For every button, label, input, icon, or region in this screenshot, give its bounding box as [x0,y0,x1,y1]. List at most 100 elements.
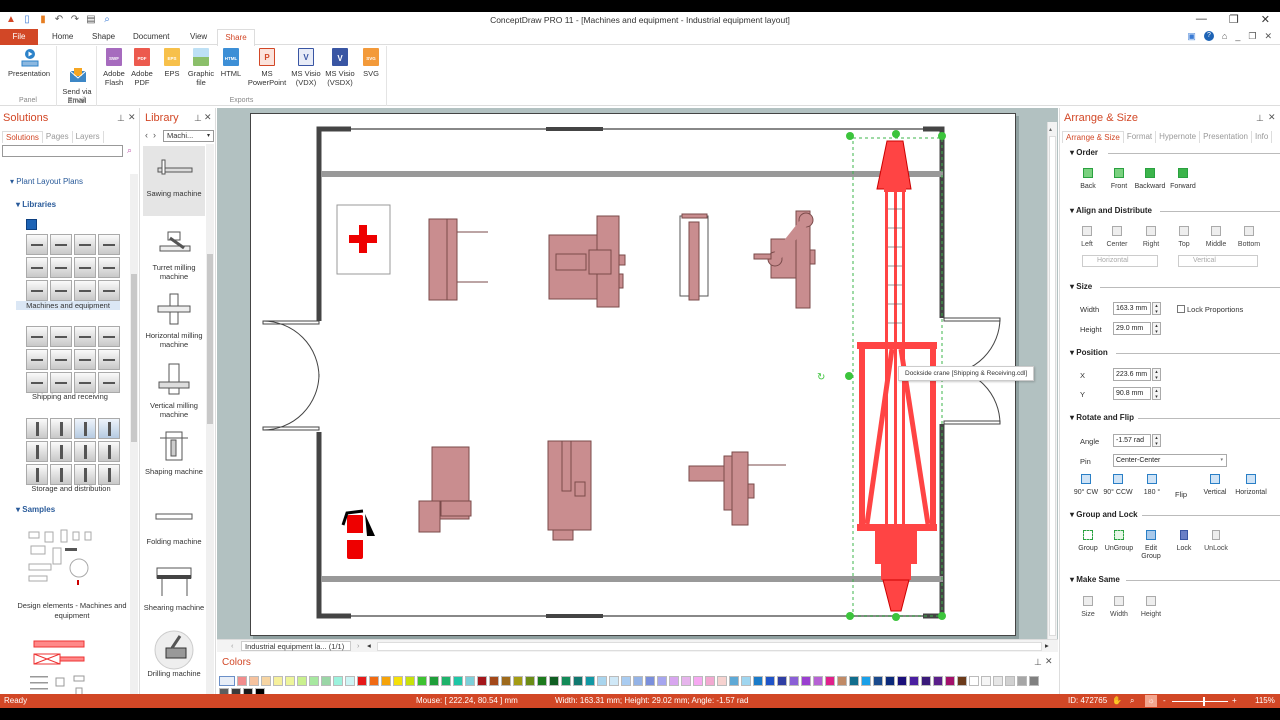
page-selector[interactable]: Industrial equipment la... (1/1) ▾ [241,641,351,660]
export-visio-vdx-button[interactable]: V MS Visio (VDX) [289,48,323,87]
color-swatch[interactable] [333,676,343,686]
flip-vertical-button[interactable]: Vertical [1196,474,1234,497]
hscroll-left-icon[interactable]: ◂ [367,641,371,650]
canvas-hscrollbar[interactable] [377,642,1042,651]
ribbon-collapse-icon[interactable]: ⌂ [1222,31,1227,42]
width-input[interactable]: 163.3 mm [1113,302,1151,315]
y-input[interactable]: 90.8 mm [1113,387,1151,400]
color-swatch[interactable] [957,676,967,686]
library-item-drilling-machine[interactable]: Drilling machine [143,626,205,678]
export-adobe-pdf-button[interactable]: PDF Adobe PDF [129,48,155,87]
color-swatch[interactable] [393,676,403,686]
library-item-folding-machine[interactable]: Folding machine [143,494,205,546]
color-swatch[interactable] [237,676,247,686]
color-swatch[interactable] [453,676,463,686]
section-size[interactable]: ▾ Size [1070,282,1092,291]
solutions-scrollbar[interactable] [130,174,138,696]
library-next-icon[interactable]: › [153,130,156,140]
subtab-arrange-size[interactable]: Arrange & Size [1062,131,1124,143]
section-order[interactable]: ▾ Order [1070,148,1098,157]
doc-close-icon[interactable]: ✕ [1264,31,1272,42]
section-group-lock[interactable]: ▾ Group and Lock [1070,510,1138,519]
unlock-button[interactable]: UnLock [1197,530,1235,553]
zoom-slider-thumb[interactable] [1202,697,1205,706]
save-library-icon[interactable] [26,219,37,230]
export-svg-button[interactable]: SVG SVG [359,48,383,78]
help-icon[interactable]: ? [1203,31,1214,41]
align-bottom-button[interactable]: Bottom [1230,226,1268,249]
arrange-pin-icon[interactable]: ⊥ [1256,113,1264,124]
color-swatch[interactable] [885,676,895,686]
export-adobe-flash-button[interactable]: SWF Adobe Flash [101,48,127,87]
library-item-shearing-machine[interactable]: Shearing machine [143,560,205,612]
tab-document[interactable]: Document [127,29,175,45]
subtab-pages[interactable]: Pages [43,131,73,143]
library-thumb-storage[interactable] [26,418,120,485]
presentation-button[interactable]: Presentation [4,48,54,78]
color-swatch[interactable] [285,676,295,686]
color-swatch[interactable] [429,676,439,686]
library-scrollbar-thumb[interactable] [207,254,213,424]
export-visio-vsdx-button[interactable]: V MS Visio (VSDX) [323,48,357,87]
color-swatch[interactable] [561,676,571,686]
color-swatch[interactable] [813,676,823,686]
subtab-solutions[interactable]: Solutions [2,131,43,143]
color-swatch[interactable] [849,676,859,686]
color-swatch[interactable] [801,676,811,686]
tab-home[interactable]: Home [46,29,79,45]
canvas-vscroll-thumb[interactable] [1049,136,1056,636]
color-swatch[interactable] [741,676,751,686]
color-swatch[interactable] [825,676,835,686]
color-swatch[interactable] [753,676,763,686]
colors-close-icon[interactable]: ✕ [1045,656,1053,667]
export-graphic-file-button[interactable]: Graphic file [185,48,217,87]
color-swatch[interactable] [321,676,331,686]
y-spinner[interactable]: ▴ ▾ [1152,387,1161,400]
canvas-vertical-scrollbar[interactable]: ▴ [1047,122,1057,649]
library-close-icon[interactable]: ✕ [204,112,212,123]
subtab-layers[interactable]: Layers [73,131,104,143]
lock-proportions-checkbox[interactable] [1177,305,1185,313]
color-swatch[interactable] [861,676,871,686]
color-swatch[interactable] [417,676,427,686]
color-swatch[interactable] [357,676,367,686]
library-thumb-machines[interactable] [26,234,120,301]
pin-icon[interactable]: ⊥ [117,113,125,124]
tree-libraries[interactable]: ▾ Libraries [16,200,56,209]
arrange-close-icon[interactable]: ✕ [1268,112,1276,123]
rotate-90cw-button[interactable]: 90° CW [1068,474,1104,497]
library-prev-icon[interactable]: ‹ [145,130,148,140]
color-swatch[interactable] [345,676,355,686]
color-swatch[interactable] [477,676,487,686]
library-item-vertical-milling[interactable]: Vertical milling machine [143,358,205,419]
zoom-area-icon[interactable]: ⌕ [1130,694,1134,708]
library-item-sawing-machine[interactable]: Sawing machine [143,146,205,216]
library-item-horizontal-milling[interactable]: Horizontal milling machine [143,288,205,349]
export-eps-button[interactable]: EPS EPS [159,48,185,78]
fit-page-icon[interactable]: ☼ [1145,695,1157,707]
tree-root[interactable]: ▾ Plant Layout Plans [10,177,83,186]
x-input[interactable]: 223.6 mm [1113,368,1151,381]
tree-samples[interactable]: ▾ Samples [16,505,55,514]
color-swatch[interactable] [669,676,679,686]
color-swatch[interactable] [729,676,739,686]
subtab-info[interactable]: Info [1252,131,1273,143]
color-swatch[interactable] [261,676,271,686]
color-swatch[interactable] [777,676,787,686]
sample-thumb-design-elements[interactable] [25,528,105,590]
library-pin-icon[interactable]: ⊥ [194,113,202,124]
page-prev-icon[interactable]: ‹ [231,641,234,650]
zoom-out-icon[interactable]: - [1163,694,1166,708]
subtab-hypernote[interactable]: Hypernote [1156,131,1201,143]
subtab-format[interactable]: Format [1124,131,1157,143]
solutions-scrollbar-thumb[interactable] [131,274,137,442]
tab-share[interactable]: Share [217,29,255,46]
color-swatch[interactable] [297,676,307,686]
color-swatch[interactable] [945,676,955,686]
angle-input[interactable]: -1.57 rad [1113,434,1151,447]
angle-spinner[interactable]: ▴ ▾ [1152,434,1161,447]
color-swatch[interactable] [969,676,979,686]
height-spinner[interactable]: ▴ ▾ [1152,322,1161,335]
color-swatch[interactable] [609,676,619,686]
library-item-shaping-machine[interactable]: Shaping machine [143,424,205,476]
